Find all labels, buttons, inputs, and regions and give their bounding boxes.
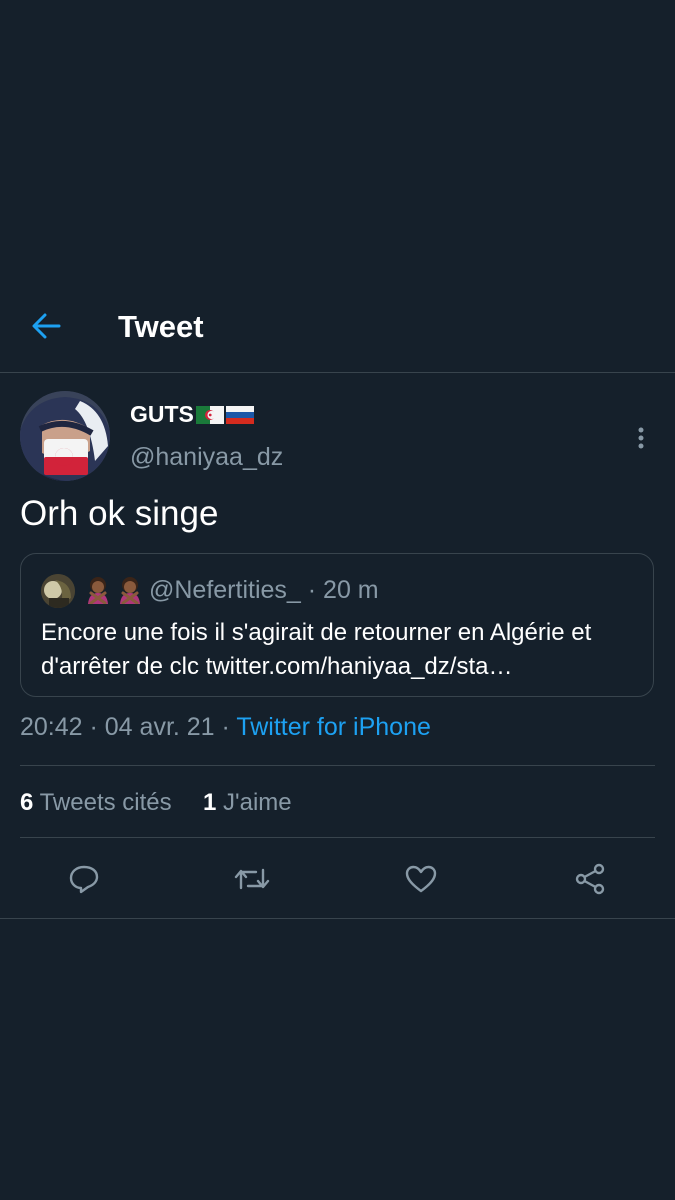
- quotes-label: Tweets cités: [39, 789, 172, 816]
- tweet-date: 04 avr. 21: [104, 713, 215, 741]
- quotes-count: 6: [20, 789, 34, 816]
- display-name-text: GUTS: [130, 401, 194, 427]
- tweet-detail: GUTS @haniyaa_dz Orh ok singe @Nefertiti…: [0, 373, 675, 919]
- avatar[interactable]: [20, 391, 110, 481]
- meta-separator: ·: [82, 713, 105, 741]
- share-icon: [575, 863, 605, 895]
- person-gesturing-no-emoji: [120, 577, 140, 604]
- tweet-actions: [0, 853, 675, 903]
- meta-separator: ·: [214, 713, 237, 741]
- likes-stat[interactable]: 1 J'aime: [203, 789, 292, 816]
- divider: [20, 765, 655, 766]
- tweet-time: 20:42: [20, 713, 83, 741]
- tweet-text: Orh ok singe: [20, 494, 219, 533]
- quote-name-emojis: [85, 576, 143, 604]
- reply-icon: [69, 865, 99, 894]
- quote-text: Encore une fois il s'agirait de retourne…: [41, 619, 592, 680]
- app-screen: Tweet GUTS @haniyaa_dz Orh ok singe @Nef…: [0, 0, 675, 1200]
- quote-age: 20 m: [323, 576, 379, 604]
- tweet-stats: 6 Tweets cités 1 J'aime: [20, 785, 292, 821]
- avatar-image: [20, 391, 110, 481]
- likes-count: 1: [202, 789, 217, 816]
- display-name[interactable]: GUTS: [130, 401, 254, 428]
- top-bar: Tweet: [0, 282, 675, 373]
- share-button[interactable]: [570, 861, 610, 897]
- back-button[interactable]: [22, 304, 70, 348]
- quoted-tweet-card[interactable]: @Nefertities_ · 20 m Encore une fois il …: [20, 553, 654, 697]
- likes-label: J'aime: [223, 789, 292, 816]
- divider: [20, 837, 655, 838]
- quote-tweets-stat[interactable]: 6 Tweets cités: [20, 789, 172, 816]
- page-title: Tweet: [118, 309, 204, 344]
- heart-icon: [405, 865, 437, 893]
- quote-handle: @Nefertities_: [149, 576, 301, 604]
- quote-avatar: [41, 574, 75, 608]
- quote-avatar-image: [41, 574, 75, 608]
- retweet-button[interactable]: [232, 861, 272, 897]
- like-button[interactable]: [401, 861, 441, 897]
- russia-flag-icon: [225, 405, 254, 424]
- user-handle[interactable]: @haniyaa_dz: [130, 443, 283, 472]
- tweet-source-link[interactable]: Twitter for iPhone: [236, 713, 431, 741]
- person-gesturing-no-emoji: [88, 577, 108, 604]
- retweet-icon: [234, 868, 270, 890]
- algeria-flag-icon: [195, 405, 224, 424]
- more-vertical-icon: [638, 427, 644, 449]
- quote-header: @Nefertities_ · 20 m: [149, 574, 379, 606]
- quote-separator: ·: [300, 576, 324, 604]
- tweet-meta: 20:42 · 04 avr. 21 · Twitter for iPhone: [20, 709, 431, 745]
- arrow-left-icon: [32, 313, 61, 339]
- more-options-button[interactable]: [628, 423, 654, 453]
- reply-button[interactable]: [64, 861, 104, 897]
